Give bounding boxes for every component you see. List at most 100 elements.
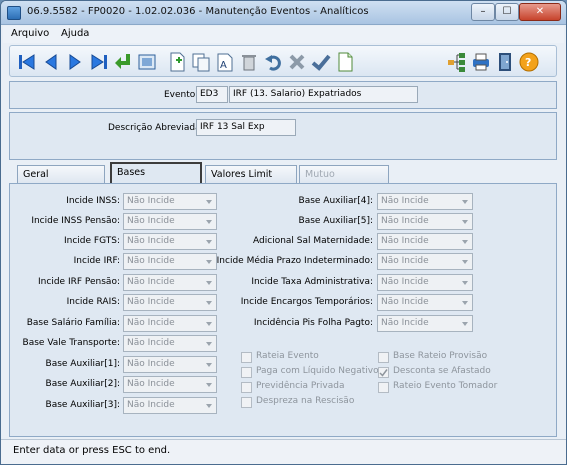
svg-text:A: A [220,60,227,71]
evento-name-field[interactable]: IRF (13. Salario) Expatriados [229,86,418,103]
dropdown-arrow-icon [460,275,470,290]
evento-label: Evento: [164,90,199,100]
incide-inss-select[interactable]: Não Incide [123,193,217,210]
tab-bar: Geral Bases Valores Limit Mutuo [9,162,557,184]
menu-arquivo[interactable]: Arquivo [11,28,49,39]
next-record-icon[interactable] [64,51,86,73]
last-record-icon[interactable] [88,51,110,73]
title-bar[interactable]: 06.9.5582 - FP0020 - 1.02.02.036 - Manut… [1,1,566,25]
descricao-label: Descrição Abreviada: [108,123,204,133]
bases-panel: Incide INSS: Não Incide Incide INSS Pens… [9,183,557,437]
toolbar: A ? [9,45,557,77]
tab-geral[interactable]: Geral [17,165,105,184]
select-value: Não Incide [381,318,429,328]
maximize-button[interactable]: ☐ [495,3,519,21]
checkbox-box [241,382,252,393]
base-auxiliar-3-select[interactable]: Não Incide [123,397,217,414]
checkbox-label: Desconta se Afastado [393,366,491,376]
dropdown-arrow-icon [204,316,214,331]
exit-door-icon[interactable] [494,51,516,73]
select-value: Não Incide [381,196,429,206]
enter-arrow-icon[interactable] [112,51,134,73]
window-title: 06.9.5582 - FP0020 - 1.02.02.036 - Manut… [27,6,369,17]
view-detail-icon[interactable] [136,51,158,73]
incide-inss-pensao-select[interactable]: Não Incide [123,213,217,230]
field-label: Incide RAIS: [66,297,120,307]
close-button[interactable]: ✕ [519,3,561,21]
field-label: Adicional Sal Maternidade: [253,236,373,246]
base-auxiliar-2-select[interactable]: Não Incide [123,376,217,393]
base-auxiliar-5-select[interactable]: Não Incide [377,213,473,230]
status-bar: Enter data or press ESC to end. [1,439,566,464]
field-label: Incide Média Prazo Indeterminado: [216,256,373,266]
select-value: Não Incide [127,338,175,348]
first-record-icon[interactable] [16,51,38,73]
edit-text-icon[interactable]: A [214,51,236,73]
undo-icon[interactable] [262,51,284,73]
new-document-icon[interactable] [166,51,188,73]
help-icon[interactable]: ? [518,51,540,73]
select-value: Não Incide [127,216,175,226]
select-value: Não Incide [127,297,175,307]
select-value: Não Incide [127,256,175,266]
dropdown-arrow-icon [460,295,470,310]
dropdown-arrow-icon [460,234,470,249]
select-value: Não Incide [127,236,175,246]
base-auxiliar-1-select[interactable]: Não Incide [123,356,217,373]
copy-icon[interactable] [190,51,212,73]
base-vale-transporte-select[interactable]: Não Incide [123,335,217,352]
incide-irf-pensao-select[interactable]: Não Incide [123,274,217,291]
dropdown-arrow-icon [204,398,214,413]
tab-bases[interactable]: Bases [110,162,202,184]
field-label: Base Auxiliar[3]: [45,400,120,410]
app-window: 06.9.5582 - FP0020 - 1.02.02.036 - Manut… [0,0,567,465]
checkbox-box [241,397,252,408]
cancel-icon[interactable] [286,51,308,73]
evento-code-field[interactable]: ED3 [196,86,228,103]
delete-icon[interactable] [238,51,260,73]
dropdown-arrow-icon [204,214,214,229]
field-label: Base Auxiliar[1]: [45,359,120,369]
base-auxiliar-4-select[interactable]: Não Incide [377,193,473,210]
select-value: Não Incide [127,277,175,287]
descricao-panel: Descrição Abreviada: IRF 13 Sal Exp [9,112,557,160]
adicional-sal-maternidade-select[interactable]: Não Incide [377,233,473,250]
checkbox-box [378,382,389,393]
field-label: Incide FGTS: [64,236,120,246]
dropdown-arrow-icon [460,316,470,331]
incide-fgts-select[interactable]: Não Incide [123,233,217,250]
dropdown-arrow-icon [204,234,214,249]
dropdown-arrow-icon [204,336,214,351]
checkbox-box [241,352,252,363]
previous-record-icon[interactable] [40,51,62,73]
descricao-field[interactable]: IRF 13 Sal Exp [196,119,296,136]
field-label: Base Auxiliar[2]: [45,379,120,389]
incidencia-pis-folha-select[interactable]: Não Incide [377,315,473,332]
incide-taxa-administrativa-select[interactable]: Não Incide [377,274,473,291]
incide-rais-select[interactable]: Não Incide [123,294,217,311]
field-label: Incidência Pis Folha Pagto: [253,318,373,328]
field-label: Base Vale Transporte: [22,338,120,348]
checkbox-box [241,367,252,378]
incide-encargos-temporarios-select[interactable]: Não Incide [377,294,473,311]
base-salario-familia-select[interactable]: Não Incide [123,315,217,332]
dropdown-arrow-icon [460,254,470,269]
checkbox-label: Rateia Evento [256,351,319,361]
dropdown-arrow-icon [460,194,470,209]
print-icon[interactable] [470,51,492,73]
tab-valores-limit[interactable]: Valores Limit [205,165,297,184]
check-icon[interactable] [310,51,332,73]
new-blank-icon[interactable] [334,51,356,73]
checkbox-box [378,352,389,363]
evento-panel: Evento: ED3 IRF (13. Salario) Expatriado… [9,81,557,109]
menu-ajuda[interactable]: Ajuda [61,28,89,39]
field-label: Base Salário Família: [26,318,120,328]
dropdown-arrow-icon [204,254,214,269]
checkbox-label: Paga com Líquido Negativo [256,366,379,376]
tree-icon[interactable] [446,51,468,73]
select-value: Não Incide [127,400,175,410]
incide-media-prazo-select[interactable]: Não Incide [377,253,473,270]
svg-text:?: ? [525,56,531,69]
incide-irf-select[interactable]: Não Incide [123,253,217,270]
minimize-button[interactable]: – [471,3,495,21]
